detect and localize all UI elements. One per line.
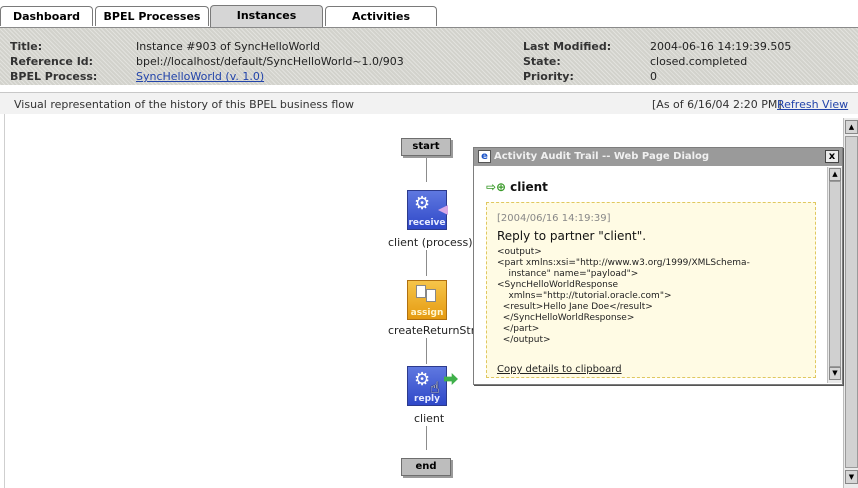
receive-tag: receive <box>408 218 446 228</box>
reply-activity-icon[interactable]: ⚙ reply <box>407 366 458 406</box>
priority-value: 0 <box>650 70 657 83</box>
dialog-header-text: client <box>510 180 548 194</box>
modified-value: 2004-06-16 14:19:39.505 <box>650 40 792 53</box>
connector-line <box>426 158 427 182</box>
assign-activity-icon[interactable]: assign <box>407 280 447 320</box>
scroll-down-arrow-icon[interactable]: ▼ <box>829 367 841 380</box>
reference-value: bpel://localhost/default/SyncHelloWorld~… <box>136 55 404 68</box>
instance-info-panel: Title: Instance #903 of SyncHelloWorld R… <box>0 27 858 85</box>
audit-payload: <output> <part xmlns:xsi="http://www.w3.… <box>497 247 750 345</box>
hand-cursor-icon: ☝ <box>430 378 440 397</box>
reply-activity-label: client <box>414 412 445 425</box>
flow-description: Visual representation of the history of … <box>14 98 355 111</box>
partner-link-icon: ⇨⊕ <box>486 180 507 194</box>
close-icon[interactable]: x <box>825 150 839 163</box>
assign-tag: assign <box>410 308 444 318</box>
process-label: BPEL Process: <box>10 70 98 83</box>
browser-icon: e <box>478 150 491 163</box>
title-label: Title: <box>10 40 43 53</box>
receive-activity-icon[interactable]: ⚙ receive <box>407 190 448 230</box>
scrollbar-thumb[interactable] <box>845 136 858 468</box>
scroll-up-arrow-icon[interactable]: ▲ <box>845 120 858 134</box>
title-value: Instance #903 of SyncHelloWorld <box>136 40 321 53</box>
process-link[interactable]: SyncHelloWorld (v. 1.0) <box>136 70 264 83</box>
dialog-title: Activity Audit Trail -- Web Page Dialog <box>494 151 710 162</box>
tab-bar: Dashboard BPEL Processes Instances Activ… <box>0 0 858 27</box>
assign-activity-label: createReturnStr <box>388 324 476 337</box>
audit-details-box: [2004/06/16 14:19:39] Reply to partner "… <box>486 202 816 378</box>
refresh-view-link[interactable]: Refresh View <box>777 98 848 111</box>
flow-start-node[interactable]: start <box>401 138 451 156</box>
priority-label: Priority: <box>523 70 574 83</box>
state-label: State: <box>523 55 561 68</box>
dialog-title-bar[interactable]: e Activity Audit Trail -- Web Page Dialo… <box>474 148 842 166</box>
flow-end-node[interactable]: end <box>401 458 451 476</box>
audit-timestamp: [2004/06/16 14:19:39] <box>497 213 611 224</box>
scroll-up-arrow-icon[interactable]: ▲ <box>829 168 841 181</box>
connector-line <box>426 338 427 364</box>
connector-line <box>426 250 427 276</box>
receive-arrow-icon <box>438 205 448 215</box>
copy-details-link[interactable]: Copy details to clipboard <box>497 364 622 375</box>
reply-tag: reply <box>414 394 440 404</box>
as-of-timestamp: [As of 6/16/04 2:20 PM] <box>652 98 782 111</box>
connector-line <box>426 426 427 450</box>
gear-icon: ⚙ <box>414 369 431 390</box>
tab-instances[interactable]: Instances <box>210 5 323 27</box>
dialog-header: ⇨⊕ client <box>486 180 548 194</box>
reference-label: Reference Id: <box>10 55 94 68</box>
gear-icon: ⚙ <box>414 193 431 214</box>
scroll-down-arrow-icon[interactable]: ▼ <box>845 470 858 484</box>
canvas-left-edge <box>0 114 5 488</box>
receive-activity-label: client (process) <box>388 236 473 249</box>
page-scrollbar[interactable]: ▲ ▼ <box>843 118 858 488</box>
tab-activities[interactable]: Activities <box>325 6 437 26</box>
document-icon <box>416 285 426 298</box>
tab-dashboard[interactable]: Dashboard <box>0 6 93 26</box>
dialog-scrollbar[interactable]: ▲ ▼ <box>827 167 842 383</box>
state-value: closed.completed <box>650 55 748 68</box>
document-icon <box>426 289 436 302</box>
tab-bpel-processes[interactable]: BPEL Processes <box>95 6 209 26</box>
audit-message: Reply to partner "client". <box>497 229 647 243</box>
dialog-scrollbar-thumb[interactable] <box>829 181 841 367</box>
modified-label: Last Modified: <box>523 40 612 53</box>
activity-audit-trail-dialog: e Activity Audit Trail -- Web Page Dialo… <box>473 147 843 385</box>
flow-caption-bar: Visual representation of the history of … <box>0 92 858 116</box>
